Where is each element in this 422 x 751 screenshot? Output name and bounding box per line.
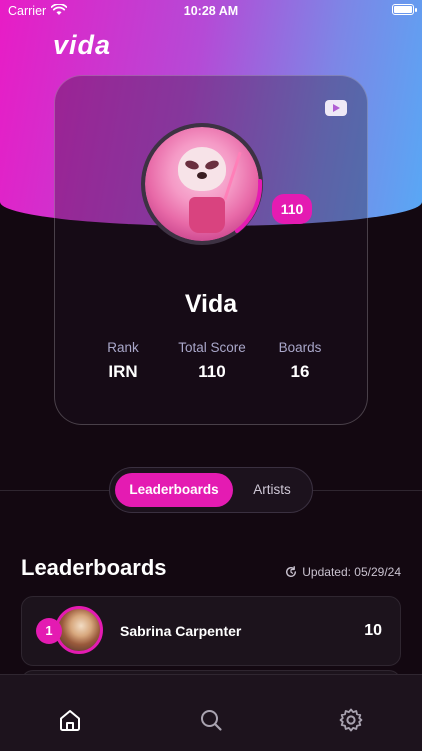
artist-score: 10 (364, 622, 382, 639)
app-logo: vida (53, 30, 112, 60)
profile-name: Vida (184, 290, 238, 318)
stat-total-score: Total Score 110 (162, 340, 262, 382)
youtube-icon[interactable] (325, 100, 347, 116)
tab-artists[interactable]: Artists (237, 473, 307, 507)
stat-label: Rank (107, 340, 139, 355)
refresh-icon (286, 566, 297, 578)
gear-icon[interactable] (338, 707, 364, 733)
artist-avatar (55, 606, 103, 654)
status-bar: Carrier 10:28 AM (0, 0, 422, 24)
stat-value: 110 (198, 362, 226, 381)
stat-boards: Boards 16 (250, 340, 350, 382)
stat-value: 16 (290, 362, 310, 381)
rank-badge: 1 (36, 618, 62, 644)
search-icon[interactable] (198, 707, 224, 733)
battery-icon (392, 4, 417, 15)
stat-rank: Rank IRN (73, 340, 173, 382)
stat-label: Boards (278, 340, 322, 355)
score-progress-arc (235, 179, 263, 233)
tab-leaderboards[interactable]: Leaderboards (115, 473, 233, 507)
stat-value: IRN (108, 362, 138, 381)
home-icon[interactable] (57, 707, 83, 733)
segmented-control: Leaderboards Artists (109, 467, 313, 513)
leaderboard-row[interactable]: 1 Sabrina Carpenter 10 (21, 596, 401, 666)
profile-card: 110 Vida Rank IRN Total Score 110 Boards… (54, 75, 368, 425)
score-badge: 110 (272, 194, 312, 224)
updated-timestamp: Updated: 05/29/24 (285, 565, 401, 579)
artist-name: Sabrina Carpenter (120, 623, 242, 639)
stat-label: Total Score (178, 340, 246, 355)
tab-bar (0, 674, 422, 751)
section-title: Leaderboards (21, 555, 167, 580)
clock: 10:28 AM (183, 4, 239, 18)
updated-label: Updated: 05/29/24 (302, 565, 401, 579)
